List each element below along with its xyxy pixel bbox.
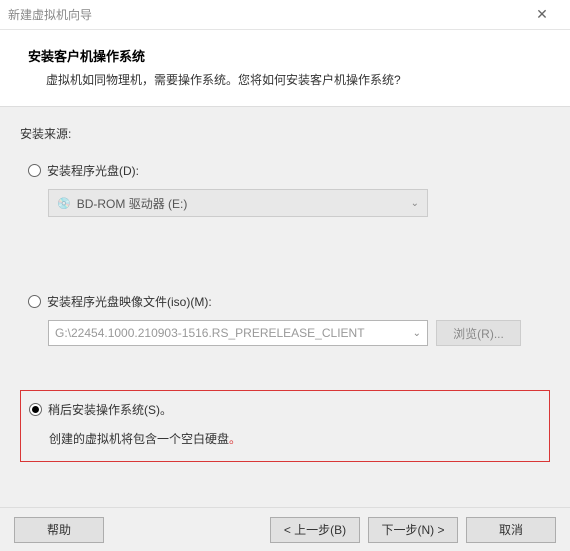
titlebar: 新建虚拟机向导 ✕	[0, 0, 570, 30]
close-button[interactable]: ✕	[522, 1, 562, 29]
radio-icon	[28, 164, 41, 177]
option-disc: 安装程序光盘(D): 💿 BD-ROM 驱动器 (E:) ⌄	[20, 158, 550, 221]
button-bar: 帮助 < 上一步(B) 下一步(N) > 取消	[0, 507, 570, 551]
next-button[interactable]: 下一步(N) >	[368, 517, 458, 543]
chevron-down-icon: ⌄	[409, 328, 421, 339]
radio-disc[interactable]: 安装程序光盘(D):	[28, 162, 542, 179]
disc-drive-value: BD-ROM 驱动器 (E:)	[77, 195, 188, 212]
iso-path-input[interactable]: G:\22454.1000.210903-1516.RS_PRERELEASE_…	[48, 320, 428, 346]
disc-drive-dropdown[interactable]: 💿 BD-ROM 驱动器 (E:) ⌄	[48, 189, 428, 217]
back-button[interactable]: < 上一步(B)	[270, 517, 360, 543]
radio-disc-label: 安装程序光盘(D):	[47, 162, 139, 179]
content-area: 安装来源: 安装程序光盘(D): 💿 BD-ROM 驱动器 (E:) ⌄ 安装程…	[0, 107, 570, 472]
iso-path-value: G:\22454.1000.210903-1516.RS_PRERELEASE_…	[55, 326, 365, 340]
radio-icon	[28, 295, 41, 308]
radio-iso-label: 安装程序光盘映像文件(iso)(M):	[47, 293, 212, 310]
page-title: 安装客户机操作系统	[28, 46, 542, 65]
radio-icon-selected	[29, 403, 42, 416]
option-later-highlight: 稍后安装操作系统(S)。 创建的虚拟机将包含一个空白硬盘。	[20, 390, 550, 462]
radio-iso[interactable]: 安装程序光盘映像文件(iso)(M):	[28, 293, 542, 310]
page-subtitle: 虚拟机如同物理机，需要操作系统。您将如何安装客户机操作系统?	[28, 71, 542, 88]
close-icon: ✕	[536, 6, 548, 23]
source-label: 安装来源:	[20, 125, 550, 142]
option-iso: 安装程序光盘映像文件(iso)(M): G:\22454.1000.210903…	[20, 289, 550, 350]
wizard-header: 安装客户机操作系统 虚拟机如同物理机，需要操作系统。您将如何安装客户机操作系统?	[0, 30, 570, 107]
help-button[interactable]: 帮助	[14, 517, 104, 543]
window-title: 新建虚拟机向导	[8, 6, 522, 23]
radio-later-label: 稍后安装操作系统(S)。	[48, 401, 172, 418]
chevron-down-icon: ⌄	[411, 198, 419, 209]
radio-later[interactable]: 稍后安装操作系统(S)。	[29, 401, 541, 418]
disc-icon: 💿	[57, 197, 71, 210]
later-description: 创建的虚拟机将包含一个空白硬盘。	[49, 430, 541, 447]
cancel-button[interactable]: 取消	[466, 517, 556, 543]
browse-button[interactable]: 浏览(R)...	[436, 320, 521, 346]
